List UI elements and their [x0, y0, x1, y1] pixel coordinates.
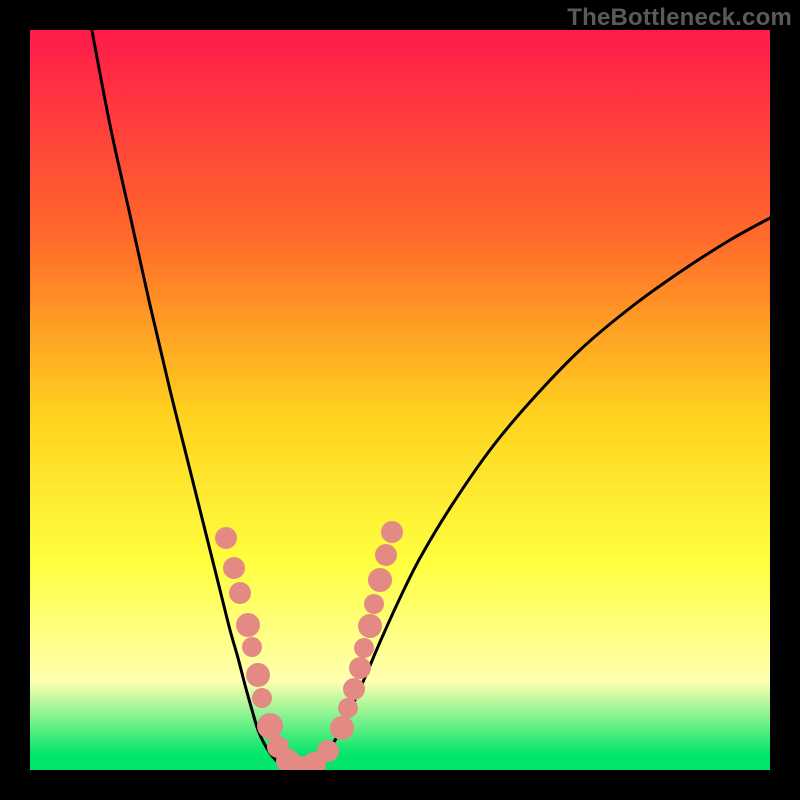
data-marker	[215, 527, 237, 549]
watermark-text: TheBottleneck.com	[567, 4, 792, 32]
gradient-background	[30, 30, 770, 770]
data-marker	[223, 557, 245, 579]
data-marker	[364, 594, 384, 614]
data-marker	[338, 698, 358, 718]
data-marker	[246, 663, 270, 687]
data-marker	[252, 688, 272, 708]
plot-area	[30, 30, 770, 770]
data-marker	[257, 713, 283, 739]
data-marker	[236, 613, 260, 637]
data-marker	[381, 521, 403, 543]
data-marker	[343, 678, 365, 700]
data-marker	[330, 716, 354, 740]
chart-svg	[30, 30, 770, 770]
data-marker	[349, 657, 371, 679]
data-marker	[368, 568, 392, 592]
data-marker	[375, 544, 397, 566]
data-marker	[229, 582, 251, 604]
data-marker	[242, 637, 262, 657]
data-marker	[358, 614, 382, 638]
data-marker	[354, 638, 374, 658]
data-marker	[317, 740, 339, 762]
chart-frame: TheBottleneck.com	[0, 0, 800, 800]
